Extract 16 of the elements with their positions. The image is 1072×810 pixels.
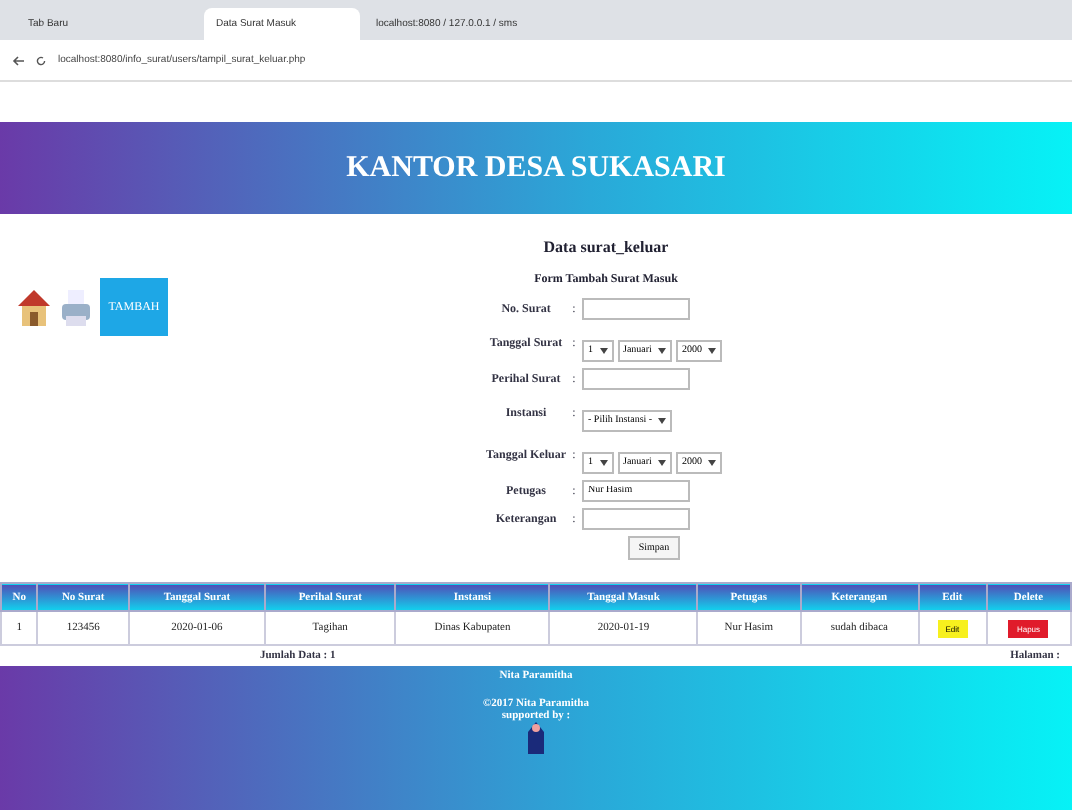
caret-icon — [658, 418, 667, 424]
caret-icon — [707, 460, 716, 466]
caret-icon — [707, 348, 716, 354]
house-icon[interactable] — [16, 287, 52, 327]
caret-icon — [599, 460, 607, 466]
text-field[interactable] — [582, 368, 690, 390]
back-arrow-icon[interactable] — [12, 55, 24, 65]
caret-icon — [599, 348, 607, 354]
text-field[interactable] — [582, 508, 690, 530]
emblem-icon — [526, 722, 546, 754]
header-banner: KANTOR DESA SUKASARI — [0, 122, 1072, 214]
text-field[interactable] — [582, 298, 690, 320]
caret-icon — [657, 460, 666, 466]
page-title: Data surat_keluar — [543, 238, 669, 256]
caret-icon — [657, 348, 666, 354]
reload-icon[interactable] — [36, 55, 46, 65]
